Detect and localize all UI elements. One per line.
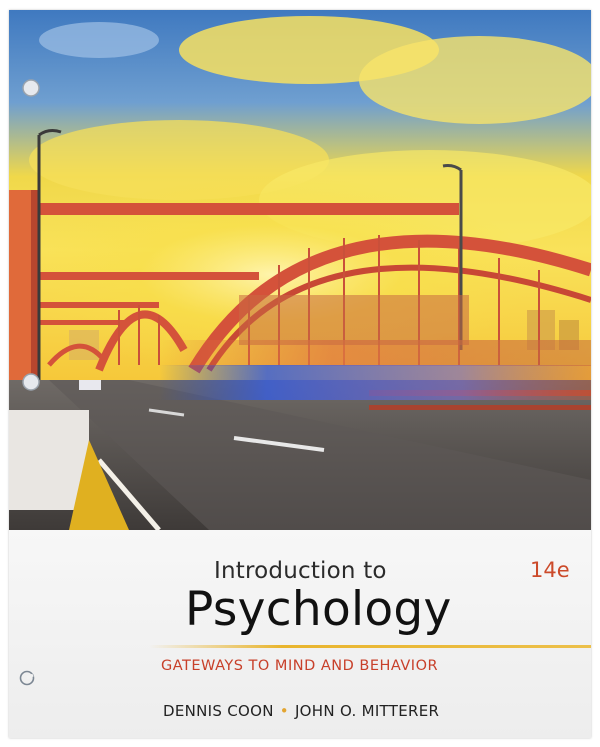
authors-line: DENNIS COON • JOHN O. MITTERER	[163, 702, 439, 720]
cover-text-panel: Introduction to 14e Psychology GATEWAYS …	[9, 530, 591, 738]
author-name: JOHN O. MITTERER	[294, 702, 440, 720]
edition-label: 14e	[530, 558, 570, 582]
cengage-logo-icon	[19, 670, 35, 686]
author-name: DENNIS COON	[163, 702, 274, 720]
book-subtitle: GATEWAYS TO MIND AND BEHAVIOR	[161, 658, 439, 674]
book-title: Psychology	[185, 582, 452, 637]
book-cover: Introduction to 14e Psychology GATEWAYS …	[9, 10, 591, 738]
author-separator: •	[279, 702, 289, 720]
title-underline-rule	[149, 645, 591, 648]
cover-photo-bridge	[9, 10, 591, 530]
